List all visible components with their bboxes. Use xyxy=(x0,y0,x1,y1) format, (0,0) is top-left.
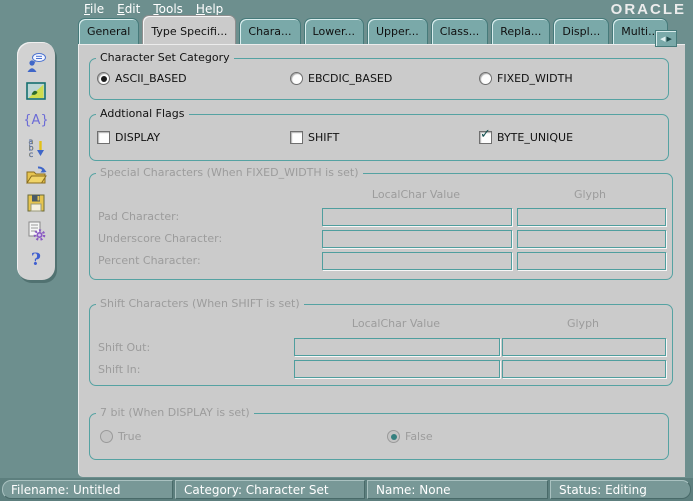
radio-label: EBCDIC_BASED xyxy=(308,72,393,85)
radio-label: True xyxy=(118,430,142,443)
app-window: File Edit Tools Help ORACLE General Type… xyxy=(0,0,693,501)
underscore-character-label: Underscore Character: xyxy=(98,232,223,245)
radio-icon[interactable] xyxy=(97,72,110,85)
generate-nlb-button[interactable] xyxy=(24,219,48,243)
group-special-characters: Special Characters (When FIXED_WIDTH is … xyxy=(89,166,673,280)
checkbox-label: SHIFT xyxy=(308,131,340,144)
underscore-glyph-field xyxy=(517,230,666,248)
column-header-glyph: Glyph xyxy=(566,317,600,330)
radio-selected-icon xyxy=(387,430,400,443)
checkbox-icon[interactable] xyxy=(290,131,303,144)
tab-replacement[interactable]: Repla... xyxy=(491,18,551,44)
settings-doc-icon xyxy=(28,221,46,241)
left-toolbar: {A} a b c xyxy=(17,42,55,280)
status-editing: Status: Editing xyxy=(550,480,691,499)
tab-character-data[interactable]: Chara... xyxy=(239,18,301,44)
status-category: Category: Character Set xyxy=(175,480,365,499)
shift-in-localchar-field xyxy=(294,360,500,378)
group-title: Shift Characters (When SHIFT is set) xyxy=(96,297,304,310)
braces-a-icon: {A} xyxy=(25,113,47,128)
menu-bar: File Edit Tools Help xyxy=(0,0,693,18)
radio-icon[interactable] xyxy=(290,72,303,85)
checkbox-label: DISPLAY xyxy=(115,131,161,144)
new-wizard-button[interactable] xyxy=(24,51,48,75)
type-specific-panel: Character Set Category ASCII_BASED EBCDI… xyxy=(78,44,685,477)
save-icon xyxy=(27,194,45,212)
image-icon xyxy=(26,82,46,100)
column-header-glyph: Glyph xyxy=(573,188,607,201)
shift-out-glyph-field xyxy=(502,338,666,356)
radio-label: FIXED_WIDTH xyxy=(497,72,573,85)
radio-ascii-based[interactable]: ASCII_BASED xyxy=(97,72,187,85)
group-title: Addtional Flags xyxy=(96,107,189,120)
canonical-map-button[interactable] xyxy=(24,79,48,103)
checkbox-checked-icon[interactable]: ✓ xyxy=(479,127,492,144)
radio-seven-bit-false: False xyxy=(387,430,433,443)
status-bar: Filename: Untitled Category: Character S… xyxy=(0,478,693,501)
tab-bar: General Type Specifi... Chara... Lower..… xyxy=(78,15,668,44)
save-file-button[interactable] xyxy=(24,191,48,215)
tab-general[interactable]: General xyxy=(78,18,140,44)
tab-scroll-left-icon[interactable]: ◀ xyxy=(660,35,665,43)
underscore-localchar-field xyxy=(322,230,512,248)
group-seven-bit: 7 bit (When DISPLAY is set) True False xyxy=(89,406,669,460)
radio-label: ASCII_BASED xyxy=(115,72,187,85)
checkbox-byte-unique[interactable]: ✓ BYTE_UNIQUE xyxy=(479,127,574,144)
menu-file[interactable]: File xyxy=(84,2,104,16)
svg-text:?: ? xyxy=(31,250,41,270)
tab-scroll-right-icon[interactable]: ▶ xyxy=(667,35,672,43)
tab-lowercase[interactable]: Lower... xyxy=(303,18,364,44)
radio-icon xyxy=(100,430,113,443)
status-filename: Filename: Untitled xyxy=(2,480,173,499)
radio-ebcdic-based[interactable]: EBCDIC_BASED xyxy=(290,72,392,85)
pad-localchar-field xyxy=(322,208,512,226)
checkbox-display[interactable]: DISPLAY xyxy=(97,131,160,144)
checkbox-icon[interactable] xyxy=(97,131,110,144)
menu-help[interactable]: Help xyxy=(196,2,223,16)
tab-classification[interactable]: Class... xyxy=(430,18,489,44)
shift-out-label: Shift Out: xyxy=(98,341,151,354)
tab-scroll-buttons[interactable]: ◀ ▶ xyxy=(655,30,677,47)
group-additional-flags: Addtional Flags DISPLAY SHIFT ✓ BYTE_UNI… xyxy=(89,107,669,161)
open-folder-icon xyxy=(26,166,47,184)
shift-out-localchar-field xyxy=(294,338,500,356)
svg-text:c: c xyxy=(29,150,33,158)
status-name: Name: None xyxy=(367,480,548,499)
column-header-localchar: LocalChar Value xyxy=(371,188,461,201)
shift-in-label: Shift In: xyxy=(98,363,141,376)
percent-glyph-field xyxy=(517,252,666,270)
group-title: Character Set Category xyxy=(96,51,234,64)
pad-glyph-field xyxy=(517,208,666,226)
tab-display[interactable]: Displ... xyxy=(553,18,610,44)
menu-tools[interactable]: Tools xyxy=(153,2,183,16)
radio-label: False xyxy=(405,430,433,443)
help-icon: ? xyxy=(31,250,41,270)
group-character-set-category: Character Set Category ASCII_BASED EBCDI… xyxy=(89,51,669,100)
group-title: Special Characters (When FIXED_WIDTH is … xyxy=(96,166,363,179)
checkbox-shift[interactable]: SHIFT xyxy=(290,131,339,144)
group-shift-characters: Shift Characters (When SHIFT is set) Loc… xyxy=(89,297,673,386)
tab-uppercase[interactable]: Upper... xyxy=(366,18,428,44)
radio-seven-bit-true: True xyxy=(100,430,141,443)
percent-character-label: Percent Character: xyxy=(98,254,201,267)
open-file-button[interactable] xyxy=(24,163,48,187)
column-header-localchar: LocalChar Value xyxy=(351,317,441,330)
tab-type-specific[interactable]: Type Specifi... xyxy=(142,15,237,44)
sort-abc-button[interactable]: a b c xyxy=(24,135,48,159)
radio-icon[interactable] xyxy=(479,72,492,85)
user-chat-icon xyxy=(27,53,46,72)
character-a-button[interactable]: {A} xyxy=(24,107,48,131)
sort-abc-icon: a b c xyxy=(28,137,44,158)
help-button[interactable]: ? xyxy=(24,247,48,271)
percent-localchar-field xyxy=(322,252,512,270)
checkbox-label: BYTE_UNIQUE xyxy=(497,131,574,144)
radio-fixed-width[interactable]: FIXED_WIDTH xyxy=(479,72,573,85)
svg-text:{A}: {A} xyxy=(25,113,47,128)
menu-edit[interactable]: Edit xyxy=(117,2,140,16)
group-title: 7 bit (When DISPLAY is set) xyxy=(96,406,254,419)
check-mark-icon: ✓ xyxy=(480,127,491,142)
shift-in-glyph-field xyxy=(502,360,666,378)
pad-character-label: Pad Character: xyxy=(98,210,180,223)
oracle-logo: ORACLE xyxy=(610,1,686,18)
